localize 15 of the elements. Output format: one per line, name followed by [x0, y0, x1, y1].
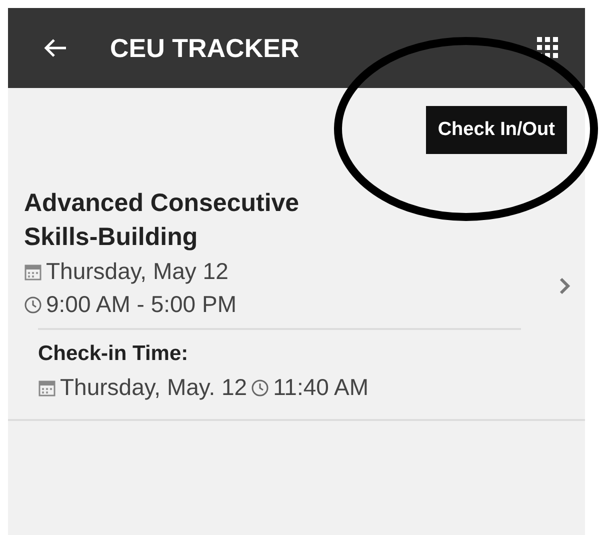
app-title: CEU TRACKER	[110, 32, 300, 64]
session-date: Thursday, May 12	[46, 258, 228, 285]
check-in-label: Check-in Time:	[38, 342, 190, 366]
calendar-icon	[24, 262, 42, 280]
check-in-time: 11:40 AM	[273, 374, 369, 401]
clock-icon	[251, 378, 270, 396]
session-title: Advanced Consecutive Skills-Building	[24, 188, 300, 253]
clock-icon	[24, 296, 42, 314]
session-time: 9:00 AM - 5:00 PM	[46, 291, 236, 318]
chevron-right-icon[interactable]	[559, 277, 571, 295]
back-arrow-icon[interactable]	[44, 38, 68, 58]
check-in-out-button[interactable]: Check In/Out	[426, 106, 567, 154]
check-in-date: Thursday, May. 12	[60, 374, 248, 401]
grid-menu-icon[interactable]	[537, 37, 559, 59]
calendar-icon	[38, 378, 56, 396]
